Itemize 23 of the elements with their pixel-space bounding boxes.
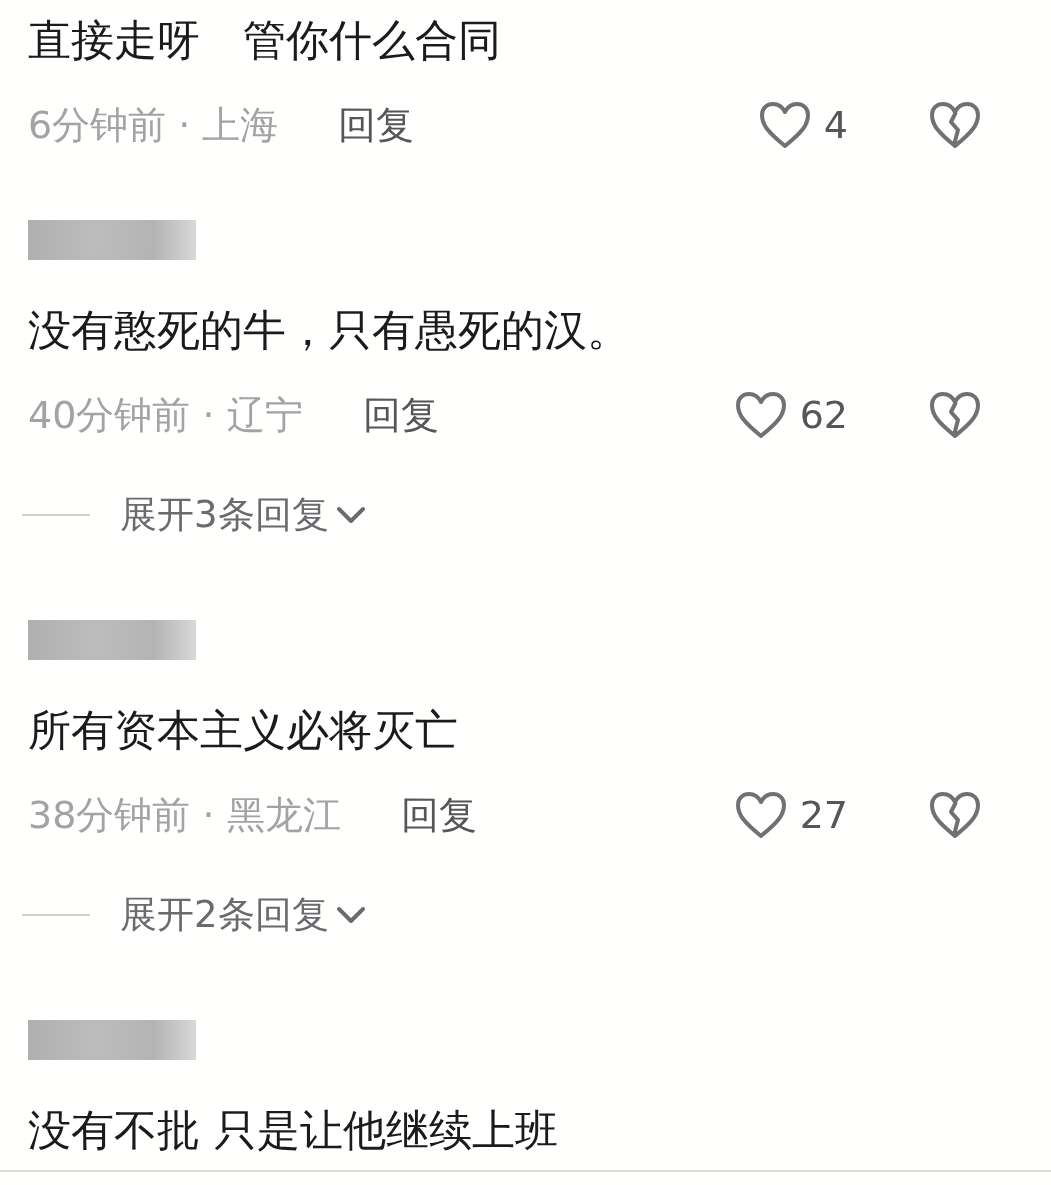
time-location: 38分钟前 · 黑龙江 <box>28 791 341 839</box>
chevron-down-icon <box>334 905 367 925</box>
broken-heart-icon[interactable] <box>928 390 982 440</box>
broken-heart-icon[interactable] <box>928 100 982 150</box>
comment-text: 所有资本主义必将灭亡 <box>28 704 459 757</box>
time-location: 40分钟前 · 辽宁 <box>28 391 303 439</box>
expand-replies-link[interactable]: 展开2条回复 <box>120 890 367 940</box>
heart-icon[interactable] <box>757 100 812 150</box>
time-location: 6分钟前 · 上海 <box>28 101 279 149</box>
expand-replies-link[interactable]: 展开3条回复 <box>120 490 367 540</box>
reply-link[interactable]: 回复 <box>338 99 415 151</box>
reply-link[interactable]: 回复 <box>362 389 439 441</box>
heart-icon[interactable] <box>733 790 788 840</box>
like-count: 4 <box>823 103 848 147</box>
comment-text: 直接走呀 管你什么合同 <box>28 14 502 67</box>
broken-heart-icon[interactable] <box>928 790 982 840</box>
like-count: 27 <box>799 793 848 837</box>
reply-link[interactable]: 回复 <box>400 789 477 841</box>
comment-text: 没有憨死的牛，只有愚死的汉。 <box>28 304 631 357</box>
heart-icon[interactable] <box>733 390 788 440</box>
like-count: 62 <box>799 393 848 437</box>
comment-text: 没有不批 只是让他继续上班 <box>28 1104 559 1157</box>
chevron-down-icon <box>334 505 367 525</box>
